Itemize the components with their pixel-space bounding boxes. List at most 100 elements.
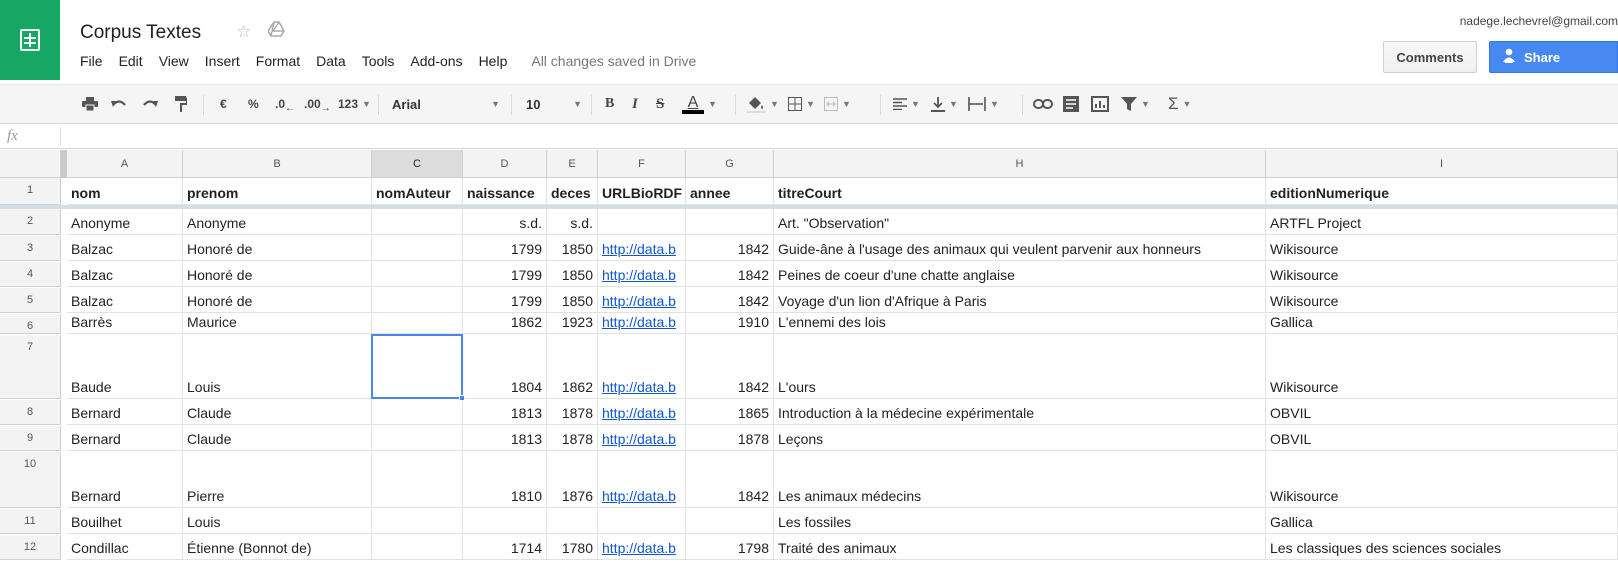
sheets-logo-icon[interactable] bbox=[0, 0, 60, 80]
select-all-corner[interactable] bbox=[0, 150, 61, 178]
user-email[interactable]: nadege.lechevrel@gmail.com bbox=[1460, 14, 1618, 28]
cell-c2[interactable] bbox=[372, 209, 463, 235]
star-icon[interactable]: ☆ bbox=[236, 22, 251, 42]
cell-c12[interactable] bbox=[372, 535, 463, 560]
cell-d6[interactable]: 1862 bbox=[463, 314, 547, 334]
cell-a6[interactable]: Barrès bbox=[67, 314, 183, 334]
column-header-g[interactable]: G bbox=[686, 150, 774, 178]
cell-a8[interactable]: Bernard bbox=[67, 400, 183, 425]
cell-g7[interactable]: 1842 bbox=[686, 335, 774, 399]
undo-icon[interactable] bbox=[111, 85, 127, 123]
document-title[interactable]: Corpus Textes bbox=[80, 22, 201, 44]
cell-a3[interactable]: Balzac bbox=[67, 236, 183, 261]
cell-c10[interactable] bbox=[372, 452, 463, 508]
cell-e11[interactable] bbox=[547, 509, 598, 534]
link-icon[interactable] bbox=[1033, 85, 1053, 123]
cell-h2[interactable]: Art. "Observation" bbox=[774, 209, 1266, 235]
cell-g11[interactable] bbox=[686, 509, 774, 534]
cell-d9[interactable]: 1813 bbox=[463, 426, 547, 451]
cell-i4[interactable]: Wikisource bbox=[1266, 262, 1618, 287]
cell-b8[interactable]: Claude bbox=[183, 400, 372, 425]
cell-e6[interactable]: 1923 bbox=[547, 314, 598, 334]
cell-b4[interactable]: Honoré de bbox=[183, 262, 372, 287]
cell-g12[interactable]: 1798 bbox=[686, 535, 774, 560]
column-header-e[interactable]: E bbox=[547, 150, 598, 178]
cell-h10[interactable]: Les animaux médecins bbox=[774, 452, 1266, 508]
percent-format-button[interactable]: % bbox=[248, 85, 259, 123]
cell-f3[interactable]: http://data.b bbox=[598, 236, 686, 261]
cell-f1[interactable]: URLBioRDF bbox=[598, 178, 686, 205]
cell-g1[interactable]: annee bbox=[686, 178, 774, 205]
cell-i9[interactable]: OBVIL bbox=[1266, 426, 1618, 451]
cell-e1[interactable]: deces bbox=[547, 178, 598, 205]
cell-g6[interactable]: 1910 bbox=[686, 314, 774, 334]
italic-button[interactable]: I bbox=[632, 85, 638, 123]
paint-format-icon[interactable] bbox=[175, 85, 187, 123]
horizontal-align-button[interactable]: ▼ bbox=[893, 85, 920, 123]
cell-d5[interactable]: 1799 bbox=[463, 288, 547, 313]
increase-decimal-button[interactable]: .00 → bbox=[304, 85, 331, 123]
cell-f2[interactable] bbox=[598, 209, 686, 235]
cell-e10[interactable]: 1876 bbox=[547, 452, 598, 508]
cell-h12[interactable]: Traité des animaux bbox=[774, 535, 1266, 560]
cell-h5[interactable]: Voyage d'un lion d'Afrique à Paris bbox=[774, 288, 1266, 313]
menu-file[interactable]: File bbox=[80, 53, 103, 69]
row-header-8[interactable]: 8 bbox=[0, 400, 61, 425]
cell-b9[interactable]: Claude bbox=[183, 426, 372, 451]
currency-format-button[interactable]: € bbox=[220, 85, 227, 123]
cell-d1[interactable]: naissance bbox=[463, 178, 547, 205]
cell-f4[interactable]: http://data.b bbox=[598, 262, 686, 287]
cell-b6[interactable]: Maurice bbox=[183, 314, 372, 334]
comment-icon[interactable] bbox=[1063, 85, 1079, 123]
row-header-10[interactable]: 10 bbox=[0, 452, 61, 508]
cell-i2[interactable]: ARTFL Project bbox=[1266, 209, 1618, 235]
cell-g10[interactable]: 1842 bbox=[686, 452, 774, 508]
cell-d4[interactable]: 1799 bbox=[463, 262, 547, 287]
cell-a9[interactable]: Bernard bbox=[67, 426, 183, 451]
cell-b7[interactable]: Louis bbox=[183, 335, 372, 399]
cell-a11[interactable]: Bouilhet bbox=[67, 509, 183, 534]
menu-data[interactable]: Data bbox=[316, 53, 346, 69]
row-header-6[interactable]: 6 bbox=[0, 314, 61, 334]
row-header-5[interactable]: 5 bbox=[0, 288, 61, 313]
cell-d2[interactable]: s.d. bbox=[463, 209, 547, 235]
cell-i1[interactable]: editionNumerique bbox=[1266, 178, 1618, 205]
cell-e7[interactable]: 1862 bbox=[547, 335, 598, 399]
column-header-i[interactable]: I bbox=[1266, 150, 1618, 178]
menu-help[interactable]: Help bbox=[479, 53, 508, 69]
cell-e9[interactable]: 1878 bbox=[547, 426, 598, 451]
cell-a2[interactable]: Anonyme bbox=[67, 209, 183, 235]
cell-d3[interactable]: 1799 bbox=[463, 236, 547, 261]
share-button[interactable]: Share bbox=[1489, 41, 1618, 73]
row-header-1[interactable]: 1 bbox=[0, 178, 61, 205]
cell-f5[interactable]: http://data.b bbox=[598, 288, 686, 313]
column-header-f[interactable]: F bbox=[598, 150, 686, 178]
cell-i7[interactable]: Wikisource bbox=[1266, 335, 1618, 399]
bold-button[interactable]: B bbox=[605, 85, 614, 123]
cell-c1[interactable]: nomAuteur bbox=[372, 178, 463, 205]
cell-g2[interactable] bbox=[686, 209, 774, 235]
cell-c11[interactable] bbox=[372, 509, 463, 534]
strikethrough-button[interactable]: S bbox=[656, 85, 664, 123]
chart-icon[interactable] bbox=[1091, 85, 1109, 123]
print-icon[interactable] bbox=[82, 85, 98, 123]
cell-a10[interactable]: Bernard bbox=[67, 452, 183, 508]
cell-e3[interactable]: 1850 bbox=[547, 236, 598, 261]
cell-a7[interactable]: Baude bbox=[67, 335, 183, 399]
menu-addons[interactable]: Add-ons bbox=[410, 53, 462, 69]
row-header-7[interactable]: 7 bbox=[0, 335, 61, 399]
cell-g5[interactable]: 1842 bbox=[686, 288, 774, 313]
cell-i10[interactable]: Wikisource bbox=[1266, 452, 1618, 508]
menu-insert[interactable]: Insert bbox=[205, 53, 240, 69]
filter-button[interactable]: ▼ bbox=[1121, 85, 1150, 123]
cell-f11[interactable] bbox=[598, 509, 686, 534]
cell-c5[interactable] bbox=[372, 288, 463, 313]
cell-f10[interactable]: http://data.b bbox=[598, 452, 686, 508]
column-header-a[interactable]: A bbox=[67, 150, 183, 178]
row-header-4[interactable]: 4 bbox=[0, 262, 61, 287]
comments-button[interactable]: Comments bbox=[1383, 41, 1477, 73]
functions-button[interactable]: Σ ▼ bbox=[1168, 85, 1191, 123]
cell-i12[interactable]: Les classiques des sciences sociales bbox=[1266, 535, 1618, 560]
cell-g8[interactable]: 1865 bbox=[686, 400, 774, 425]
menu-edit[interactable]: Edit bbox=[119, 53, 143, 69]
